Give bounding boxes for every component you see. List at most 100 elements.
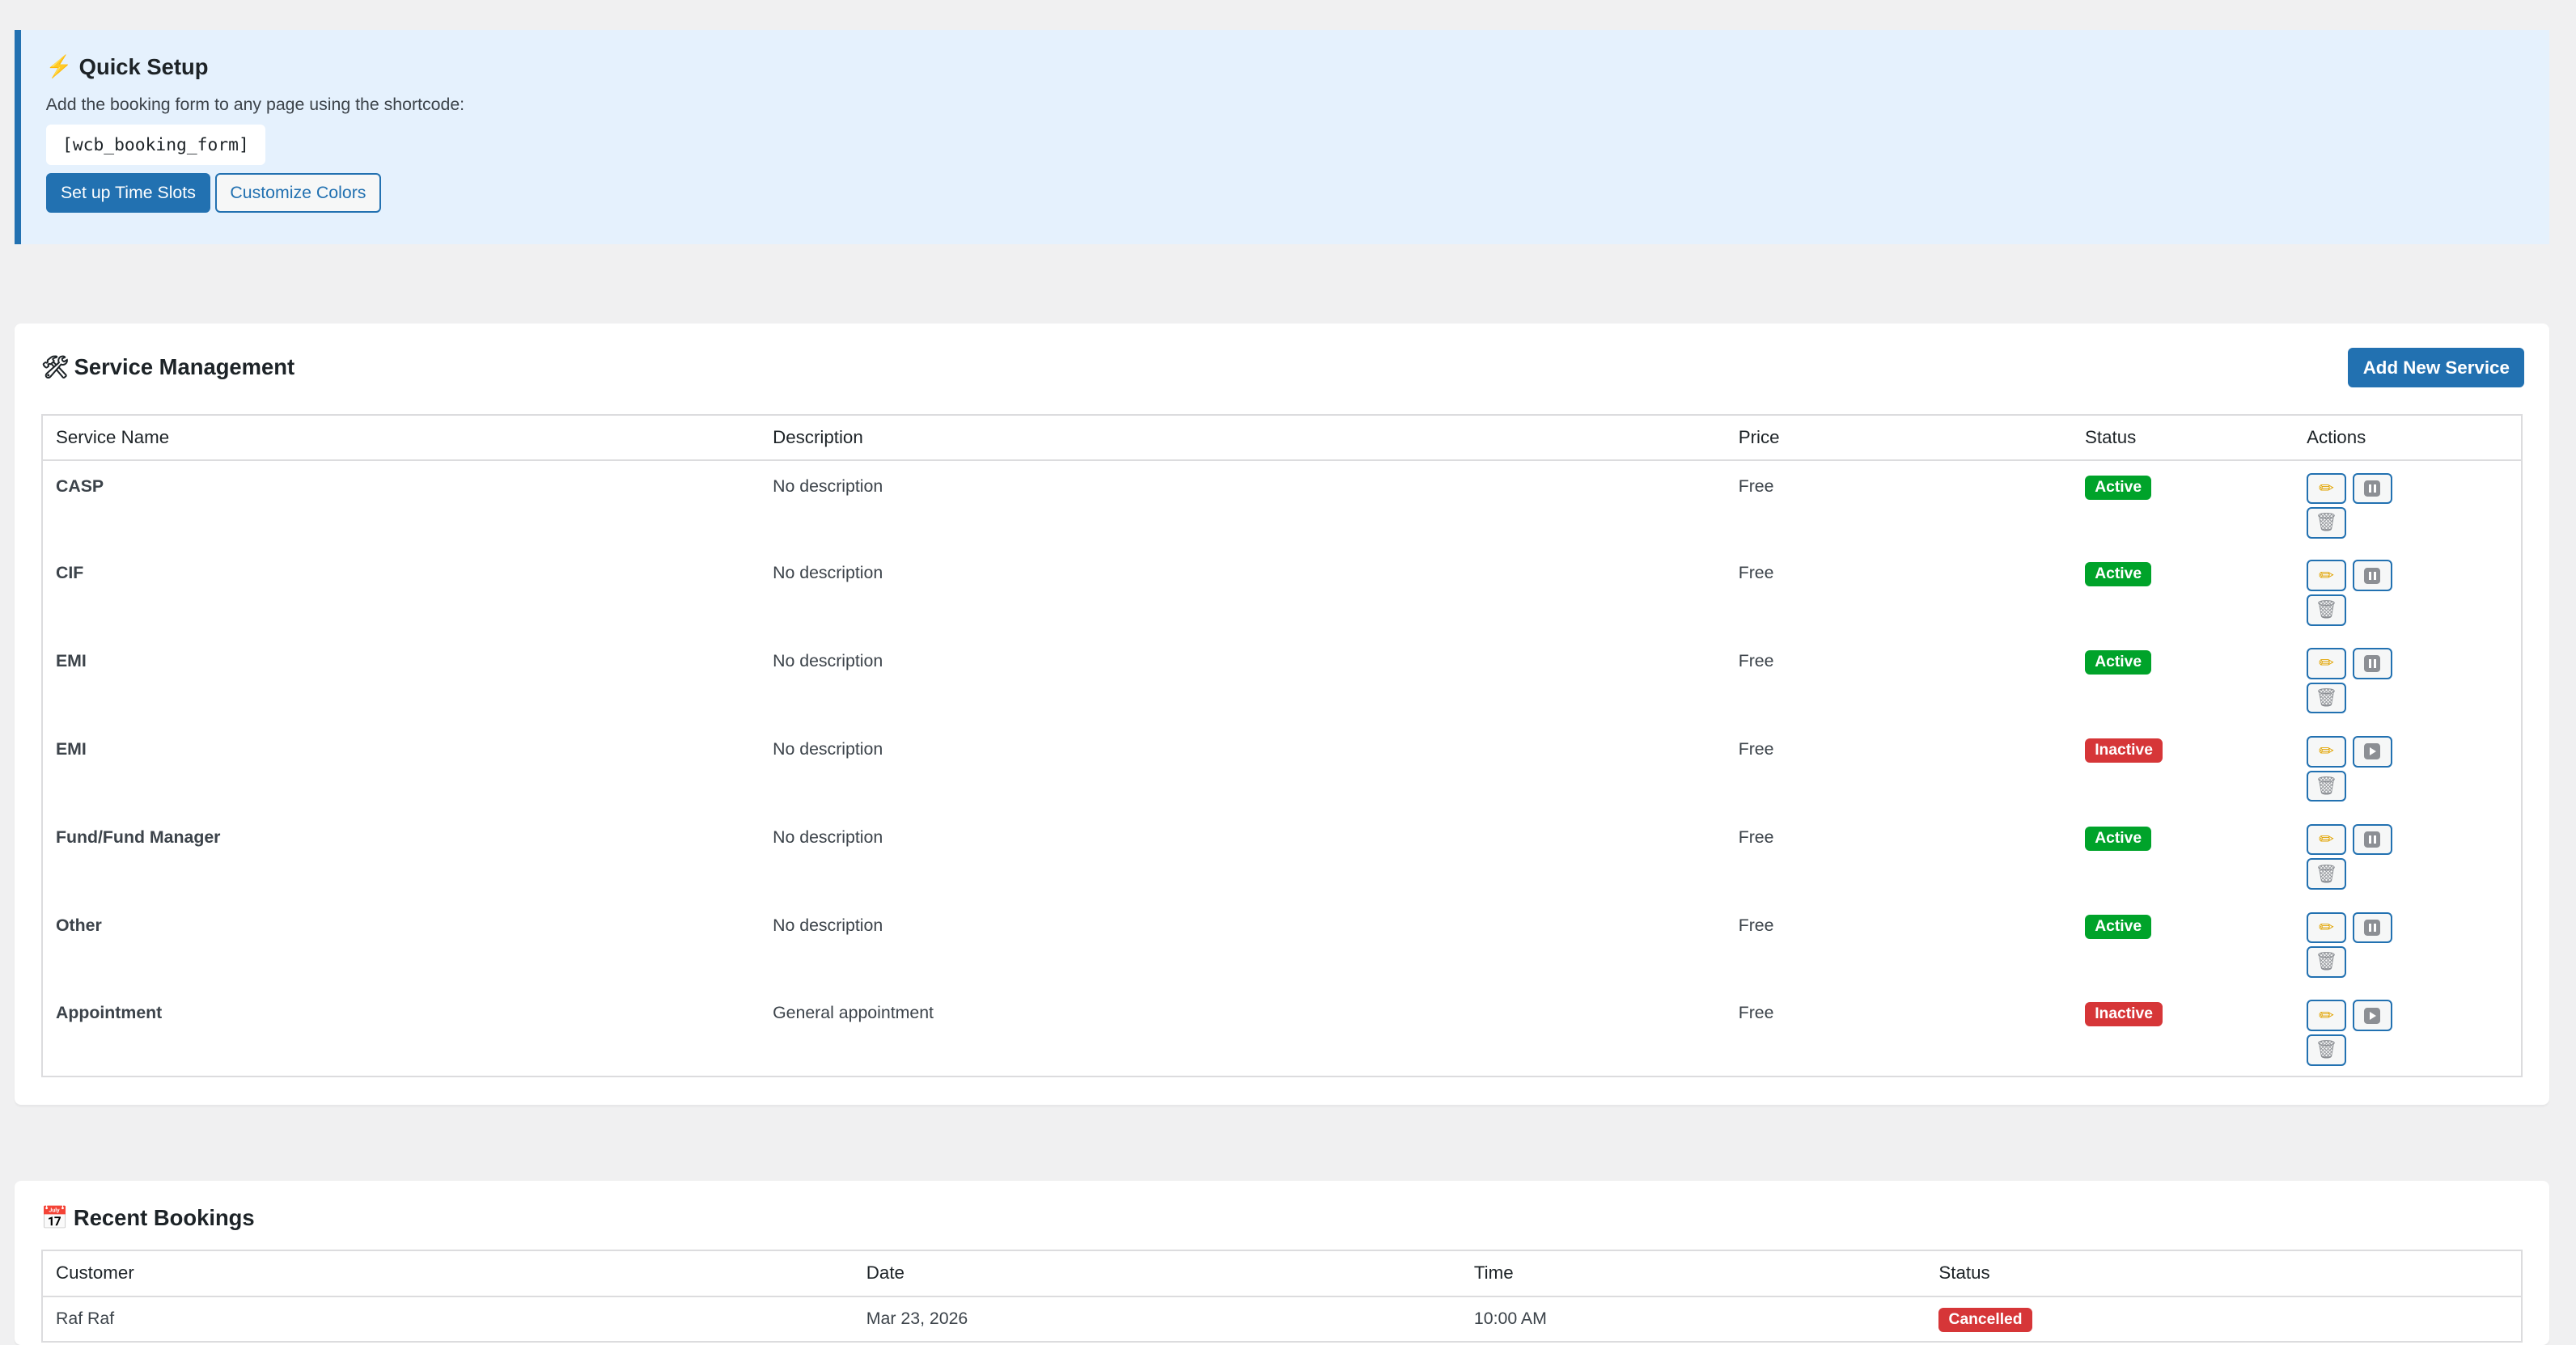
column-header-time: Time xyxy=(1460,1250,1926,1297)
page-root: ⚡ Quick Setup Add the booking form to an… xyxy=(0,0,2575,1345)
delete-button[interactable]: 🗑 xyxy=(2307,682,2346,714)
table-row: EMI No description Free Active ✏ 🗑 xyxy=(42,637,2522,725)
status-badge: Active xyxy=(2085,650,2152,675)
delete-button[interactable]: 🗑 xyxy=(2307,507,2346,539)
booking-customer: Raf Raf xyxy=(55,1308,115,1328)
edit-button[interactable]: ✏ xyxy=(2307,823,2346,856)
status-badge: Active xyxy=(2085,914,2152,939)
delete-button[interactable]: 🗑 xyxy=(2307,1034,2346,1066)
column-header-customer: Customer xyxy=(41,1250,854,1297)
pencil-icon: ✏ xyxy=(2319,916,2334,937)
set-up-time-slots-button[interactable]: Set up Time Slots xyxy=(45,172,211,213)
service-description: No description xyxy=(773,476,883,496)
booking-status-badge: Cancelled xyxy=(1938,1307,2032,1332)
row-actions: ✏ 🗑 xyxy=(2307,648,2405,714)
service-price: Free xyxy=(1738,651,1774,671)
pause-icon xyxy=(2364,831,2381,848)
table-row: Fund/Fund Manager No description Free Activ… xyxy=(42,813,2522,901)
pencil-icon: ✏ xyxy=(2319,653,2334,674)
column-header-description: Description xyxy=(759,414,1726,462)
pencil-icon: ✏ xyxy=(2319,1005,2334,1026)
deactivate-button[interactable] xyxy=(2352,823,2392,856)
service-management-title: 🛠 Service Management xyxy=(41,354,294,380)
service-name: Other xyxy=(55,915,102,935)
pause-icon xyxy=(2364,655,2381,672)
service-management-card: 🛠 Service Management Add New Service Ser… xyxy=(15,323,2549,1106)
delete-button[interactable]: 🗑 xyxy=(2307,594,2346,626)
pause-icon xyxy=(2364,480,2381,497)
row-actions: ✏ 🗑 xyxy=(2307,1000,2405,1066)
column-header-booking-status: Status xyxy=(1926,1250,2523,1297)
services-table-body: CASP No description Free Active ✏ 🗑 CIF No desc… xyxy=(42,460,2522,1076)
quick-setup-panel: ⚡ Quick Setup Add the booking form to an… xyxy=(15,29,2549,245)
trash-icon: 🗑 xyxy=(2315,599,2338,620)
table-row: Raf Raf Mar 23, 2026 10:00 AM Cancelled xyxy=(42,1296,2522,1343)
deactivate-button[interactable] xyxy=(2352,560,2392,591)
deactivate-button[interactable] xyxy=(2352,911,2392,944)
delete-button[interactable]: 🗑 xyxy=(2307,946,2346,978)
service-management-title-text: Service Management xyxy=(74,354,295,380)
customize-colors-button[interactable]: Customize Colors xyxy=(215,172,381,213)
quick-setup-title-text: Quick Setup xyxy=(78,53,209,79)
booking-date: Mar 23, 2026 xyxy=(866,1308,968,1328)
quick-setup-buttons: Set up Time Slots Customize Colors xyxy=(45,172,2524,213)
activate-button[interactable] xyxy=(2352,735,2392,768)
bookings-header-row: Customer Date Time Status xyxy=(41,1250,2523,1297)
trash-icon: 🗑 xyxy=(2315,512,2338,533)
quick-setup-description: Add the booking form to any page using t… xyxy=(45,95,465,115)
calendar-icon: 📅 xyxy=(40,1205,69,1230)
service-description: No description xyxy=(773,915,883,935)
service-price: Free xyxy=(1738,563,1774,583)
edit-button[interactable]: ✏ xyxy=(2307,472,2346,505)
deactivate-button[interactable] xyxy=(2352,472,2392,505)
services-table: Service Name Description Price Status Ac… xyxy=(40,413,2523,1077)
table-row: CIF No description Free Active ✏ 🗑 xyxy=(42,548,2522,637)
activate-button[interactable] xyxy=(2352,1000,2392,1031)
table-row: EMI No description Free Inactive ✏ 🗑 xyxy=(42,725,2522,813)
service-name: CASP xyxy=(55,476,104,496)
pause-icon xyxy=(2364,567,2381,584)
column-header-actions: Actions xyxy=(2293,414,2523,462)
row-actions: ✏ 🗑 xyxy=(2307,472,2405,539)
edit-button[interactable]: ✏ xyxy=(2307,648,2346,679)
lightning-icon: ⚡ xyxy=(45,54,73,79)
service-price: Free xyxy=(1738,915,1774,935)
tools-icon: 🛠 xyxy=(40,354,70,380)
service-name: EMI xyxy=(55,739,87,759)
table-row: Appointment General appointment Free Inacti… xyxy=(42,988,2522,1076)
pencil-icon: ✏ xyxy=(2319,741,2334,762)
service-price: Free xyxy=(1738,739,1774,759)
trash-icon: 🗑 xyxy=(2315,775,2338,796)
add-new-service-button[interactable]: Add New Service xyxy=(2348,348,2525,388)
recent-bookings-title: 📅 Recent Bookings xyxy=(41,1205,255,1231)
column-header-service-name: Service Name xyxy=(41,414,760,462)
table-row: CASP No description Free Active ✏ 🗑 xyxy=(42,460,2522,548)
pause-icon xyxy=(2364,919,2381,936)
service-price: Free xyxy=(1738,1003,1774,1023)
edit-button[interactable]: ✏ xyxy=(2307,1000,2346,1031)
bookings-table-body: Raf Raf Mar 23, 2026 10:00 AM Cancelled xyxy=(42,1296,2522,1343)
status-badge: Active xyxy=(2085,562,2152,587)
service-price: Free xyxy=(1738,476,1774,496)
table-row: Other No description Free Active ✏ 🗑 xyxy=(42,900,2522,988)
edit-button[interactable]: ✏ xyxy=(2307,911,2346,944)
delete-button[interactable]: 🗑 xyxy=(2307,770,2346,802)
service-description: No description xyxy=(773,651,883,671)
service-description: No description xyxy=(773,739,883,759)
pencil-icon: ✏ xyxy=(2319,477,2334,498)
shortcode-box: [wcb_booking_form] xyxy=(45,125,266,165)
services-header-row: Service Name Description Price Status Ac… xyxy=(41,414,2523,462)
trash-icon: 🗑 xyxy=(2315,1039,2338,1060)
edit-button[interactable]: ✏ xyxy=(2307,735,2346,768)
row-actions: ✏ 🗑 xyxy=(2307,735,2405,802)
recent-bookings-card: 📅 Recent Bookings Customer Date Time Sta… xyxy=(15,1180,2549,1345)
column-header-date: Date xyxy=(853,1250,1461,1297)
service-name: EMI xyxy=(55,651,87,671)
delete-button[interactable]: 🗑 xyxy=(2307,858,2346,890)
deactivate-button[interactable] xyxy=(2352,648,2392,679)
play-icon xyxy=(2364,1007,2381,1024)
status-badge: Active xyxy=(2085,475,2152,500)
edit-button[interactable]: ✏ xyxy=(2307,560,2346,591)
status-badge: Inactive xyxy=(2085,1002,2163,1027)
row-actions: ✏ 🗑 xyxy=(2307,560,2405,626)
